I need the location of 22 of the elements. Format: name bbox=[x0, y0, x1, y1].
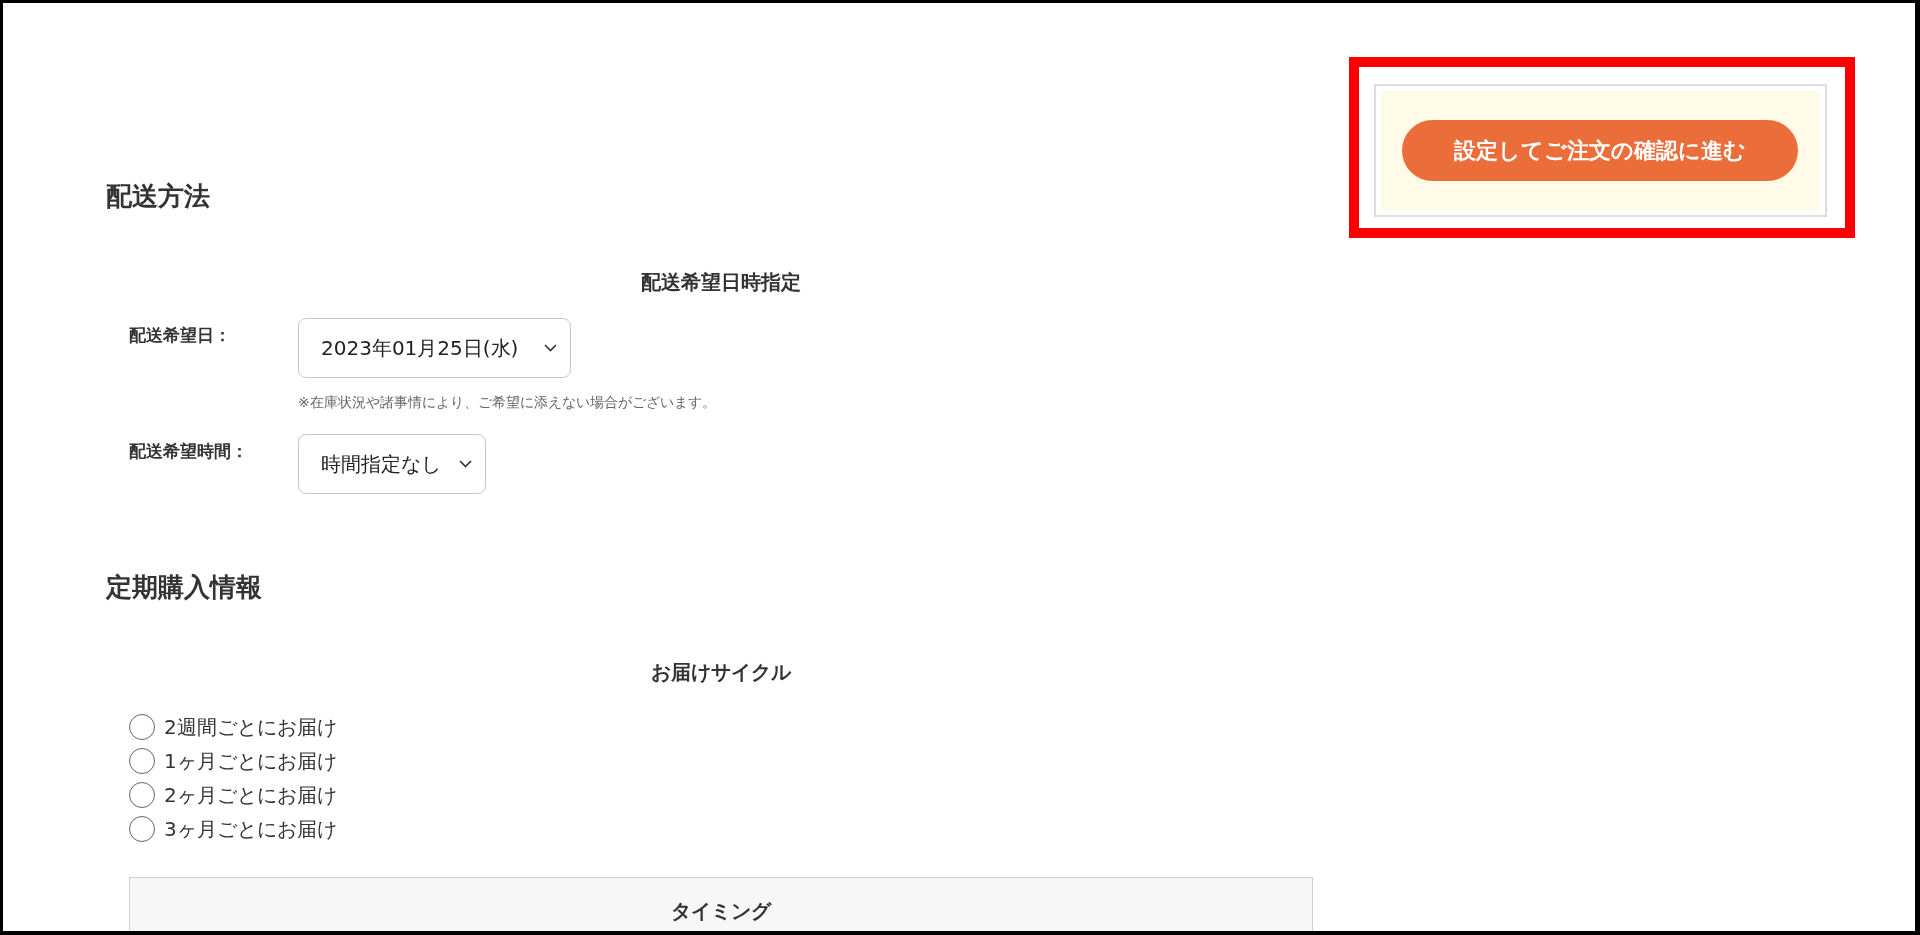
select-value: 2023年01月25日(水) bbox=[321, 335, 519, 362]
radio-button[interactable] bbox=[129, 748, 155, 774]
radio-label[interactable]: 3ヶ月ごとにお届け bbox=[164, 816, 337, 842]
radio-button[interactable] bbox=[129, 782, 155, 808]
select-field[interactable]: 2023年01月25日(水) bbox=[298, 318, 571, 378]
radio-label[interactable]: 1ヶ月ごとにお届け bbox=[164, 748, 337, 774]
select-field[interactable]: 時間指定なし bbox=[298, 434, 486, 494]
field-note: ※在庫状況や諸事情により、ご希望に添えない場合がございます。 bbox=[298, 393, 717, 412]
section-heading: 定期購入情報 bbox=[106, 572, 263, 603]
radio-label[interactable]: 2ヶ月ごとにお届け bbox=[164, 782, 337, 808]
field-label: 配送希望日： bbox=[129, 324, 232, 346]
field-label: 配送希望時間： bbox=[129, 440, 249, 462]
panel-title: タイミング bbox=[671, 899, 771, 923]
chevron-down-icon bbox=[459, 460, 472, 468]
radio-button[interactable] bbox=[129, 816, 155, 842]
radio-button[interactable] bbox=[129, 714, 155, 740]
section-heading: 配送方法 bbox=[106, 181, 211, 212]
subsection-title: お届けサイクル bbox=[650, 660, 793, 684]
subsection-title: 配送希望日時指定 bbox=[640, 270, 802, 294]
chevron-down-icon bbox=[544, 344, 557, 352]
radio-label[interactable]: 2週間ごとにお届け bbox=[164, 714, 337, 740]
select-value: 時間指定なし bbox=[321, 451, 441, 478]
